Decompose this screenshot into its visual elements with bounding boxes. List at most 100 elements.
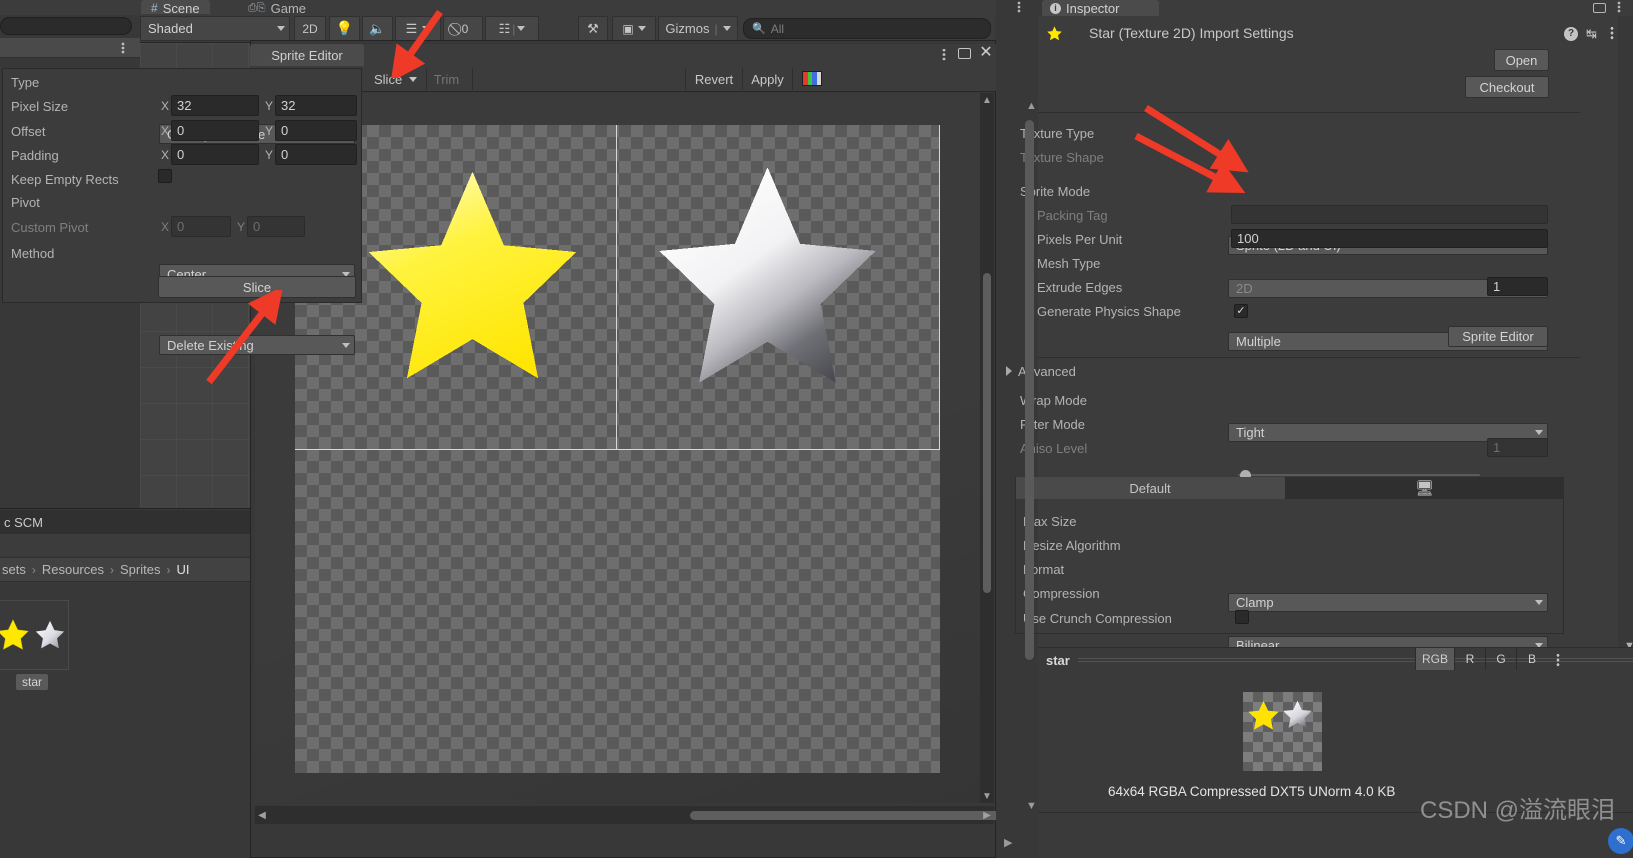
- lightbulb-icon: 💡: [335, 20, 354, 36]
- info-icon: i: [1050, 2, 1061, 14]
- rgb-channels-icon[interactable]: [802, 71, 822, 86]
- slice-method-label: Method: [11, 247, 54, 260]
- aniso-level-value: 1: [1493, 440, 1501, 455]
- pixels-per-unit-input[interactable]: 100: [1231, 229, 1548, 248]
- scroll-left-arrow-icon[interactable]: ◀: [255, 810, 269, 821]
- sprite-star-yellow[interactable]: [355, 150, 590, 405]
- slice-offset-y-input[interactable]: 0: [275, 120, 357, 141]
- sprite-editor-hscrollbar[interactable]: ◀ ▶: [255, 806, 1070, 824]
- slice-method-dropdown[interactable]: Delete Existing: [159, 335, 355, 355]
- scene-grid-dropdown[interactable]: ☷ |: [485, 16, 539, 41]
- inspector-outer-menu-icon[interactable]: [1017, 1, 1021, 13]
- asset-tile-star[interactable]: [0, 600, 69, 670]
- preset-icon[interactable]: ↹: [1586, 26, 1601, 41]
- inspector-outer-expand-icon[interactable]: ▶: [1004, 836, 1012, 849]
- breadcrumb-item-3[interactable]: UI: [176, 562, 189, 577]
- scroll-up-arrow-icon[interactable]: ▲: [980, 93, 994, 107]
- slice-padding-y-input[interactable]: 0: [275, 144, 357, 165]
- sprite-editor-vscrollbar[interactable]: ▲ ▼: [980, 93, 994, 803]
- slice-padding-y-value: 0: [281, 147, 289, 162]
- scene-gizmos-dropdown[interactable]: Gizmos |: [658, 16, 738, 41]
- preview-menu-icon[interactable]: [1556, 653, 1560, 667]
- tab-collab-scm[interactable]: c SCM: [0, 510, 258, 534]
- slice-offset-x-input[interactable]: 0: [171, 120, 259, 141]
- sprite-editor-maximize-icon[interactable]: [958, 48, 971, 59]
- scroll-down-arrow-icon[interactable]: ▼: [980, 789, 994, 803]
- inspector-divider: [1038, 112, 1580, 113]
- generate-physics-shape-checkbox[interactable]: ✓: [1234, 304, 1248, 318]
- sprite-editor-window-menu-icon[interactable]: [942, 48, 946, 61]
- slice-custom-pivot-label: Custom Pivot: [11, 221, 88, 234]
- scene-search-input[interactable]: 🔍 All: [743, 18, 991, 39]
- inspector-menu-icon[interactable]: [1610, 26, 1614, 40]
- breadcrumb-item-0[interactable]: sets: [2, 562, 26, 577]
- project-toolbar-row: [0, 534, 258, 556]
- preview-channel-b[interactable]: B: [1516, 648, 1547, 670]
- axis-y-label: Y: [265, 124, 274, 138]
- advanced-foldout[interactable]: Advanced: [1006, 362, 1126, 380]
- scene-fx-dropdown[interactable]: ☰: [395, 16, 441, 41]
- star-yellow-icon: [0, 619, 29, 650]
- use-crunch-compression-checkbox[interactable]: [1235, 610, 1249, 624]
- chevron-down-icon: [277, 26, 285, 31]
- open-button[interactable]: Open: [1494, 49, 1549, 71]
- scene-hidden-objects-toggle[interactable]: ⃠ 0: [443, 16, 483, 41]
- breadcrumb-item-2[interactable]: Sprites: [120, 562, 160, 577]
- sprite-editor-button-label: Sprite Editor: [1462, 329, 1534, 344]
- tab-collab-scm-label: c SCM: [4, 514, 43, 530]
- slice-method-label-text: Method: [11, 246, 55, 261]
- tab-sprite-editor-label: Sprite Editor: [271, 47, 343, 63]
- breadcrumb-item-1[interactable]: Resources: [42, 562, 104, 577]
- texture-shape-value: 2D: [1236, 281, 1253, 296]
- inspector-outer-scroll-up-icon[interactable]: ▲: [1026, 100, 1037, 112]
- inspector-outer-scroll-down-icon[interactable]: ▼: [1026, 800, 1037, 812]
- scene-tools-button[interactable]: ⚒: [578, 16, 608, 41]
- scene-draw-mode-dropdown[interactable]: Shaded: [140, 16, 290, 41]
- preview-info-line: 64x64 RGBA Compressed DXT5 UNorm 4.0 KB: [1108, 784, 1396, 799]
- preview-channel-r[interactable]: R: [1454, 648, 1485, 670]
- apply-label: Apply: [751, 71, 784, 87]
- inspector-vscroll-thumb[interactable]: [1025, 120, 1034, 660]
- scene-lighting-toggle[interactable]: 💡: [329, 16, 360, 41]
- slice-keep-empty-rects-checkbox[interactable]: [158, 169, 172, 183]
- slice-padding-x-input[interactable]: 0: [171, 144, 259, 165]
- chevron-down-icon: [409, 76, 418, 82]
- sprite-star-silver[interactable]: [645, 150, 890, 405]
- axis-y-label: Y: [265, 99, 274, 113]
- star-silver-icon: [35, 620, 64, 649]
- tab-inspector[interactable]: i Inspector: [1042, 0, 1159, 16]
- revert-button[interactable]: Revert: [685, 68, 743, 90]
- slice-dropdown-button[interactable]: Slice: [365, 68, 428, 90]
- tab-sprite-editor[interactable]: Sprite Editor: [250, 44, 364, 66]
- apply-button[interactable]: Apply: [743, 68, 793, 90]
- scroll-right-arrow-icon[interactable]: ▶: [980, 806, 994, 824]
- hierarchy-row-menu-icon[interactable]: [121, 42, 125, 54]
- hierarchy-search-field[interactable]: [0, 17, 132, 35]
- use-crunch-compression-label: Use Crunch Compression: [1023, 611, 1172, 626]
- inspector-maximize-icon[interactable]: [1593, 3, 1606, 13]
- trim-button[interactable]: Trim: [421, 68, 473, 90]
- preview-channel-g-label: G: [1496, 652, 1506, 666]
- scene-camera-dropdown[interactable]: ▣: [612, 16, 656, 41]
- help-icon[interactable]: ?: [1564, 27, 1578, 41]
- foldout-arrow-icon: [1006, 366, 1012, 376]
- slice-pixel-size-y-input[interactable]: 32: [275, 95, 357, 116]
- checkout-button-label: Checkout: [1479, 79, 1535, 95]
- inspector-window-menu-icon[interactable]: [1617, 1, 1621, 13]
- effects-icon: ☰: [405, 20, 418, 36]
- extrude-edges-input[interactable]: 1: [1487, 277, 1548, 296]
- slice-execute-button[interactable]: Slice: [158, 276, 356, 298]
- preview-channel-rgb[interactable]: RGB: [1415, 648, 1454, 670]
- slice-pixel-size-x-input[interactable]: 32: [171, 95, 259, 116]
- checkout-button[interactable]: Checkout: [1465, 76, 1549, 98]
- watermark: CSDN @溢流眼泪: [1420, 797, 1616, 824]
- extrude-edges-value: 1: [1493, 279, 1501, 294]
- preview-channel-g[interactable]: G: [1485, 648, 1516, 670]
- sprite-editor-button[interactable]: Sprite Editor: [1448, 326, 1548, 347]
- sprite-editor-vscroll-thumb[interactable]: [983, 273, 991, 593]
- sprite-editor-tabbar: [364, 44, 996, 66]
- packing-tag-label: Packing Tag: [1037, 208, 1108, 223]
- sprite-editor-close-icon[interactable]: ✕: [978, 45, 994, 61]
- scene-audio-toggle[interactable]: 🔈: [362, 16, 393, 41]
- toggle-2d-button[interactable]: 2D: [294, 16, 326, 41]
